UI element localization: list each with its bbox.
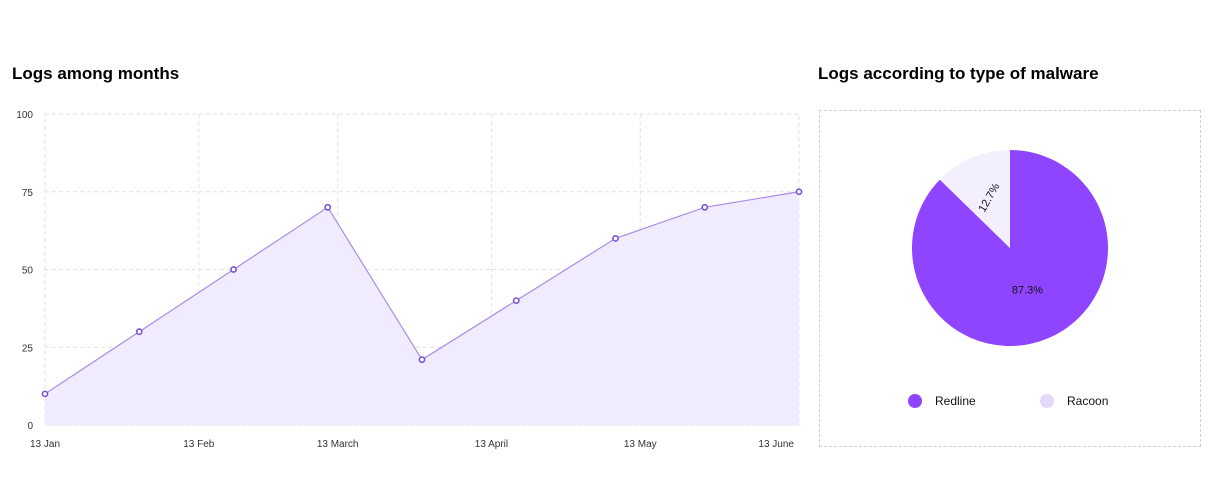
legend-label-redline: Redline <box>935 394 976 408</box>
legend-item-racoon[interactable]: Racoon <box>1040 394 1108 408</box>
legend-item-redline[interactable]: Redline <box>908 394 976 408</box>
y-tick-label: 0 <box>27 421 33 432</box>
x-tick-label: 13 March <box>317 439 359 450</box>
x-tick-label: 13 April <box>475 439 508 450</box>
pie-chart-title: Logs according to type of malware <box>818 64 1099 83</box>
pie-chart-panel: 87.3% 12.7% Redline Racoon <box>819 110 1201 447</box>
data-point <box>230 266 237 273</box>
pie-chart: 87.3%12.7% <box>912 150 1108 346</box>
area-chart-title: Logs among months <box>12 64 180 83</box>
legend-label-racoon: Racoon <box>1067 394 1109 408</box>
x-tick-label: 13 May <box>624 439 657 450</box>
data-point <box>324 203 332 211</box>
data-point <box>512 297 520 304</box>
y-tick-label: 50 <box>22 266 34 277</box>
area-fill <box>45 191 799 425</box>
data-point <box>418 356 426 364</box>
x-tick-label: 13 Feb <box>183 439 215 450</box>
data-point <box>795 188 803 196</box>
legend-swatch-redline <box>908 394 922 408</box>
data-point <box>41 390 49 398</box>
data-point <box>701 203 709 211</box>
area-chart: 0 25 50 75 100 13 Jan 13 Feb 13 March 13 April 13… <box>16 110 803 450</box>
data-point <box>612 234 619 242</box>
y-tick-label: 25 <box>22 343 34 354</box>
pie-label-redline: 87.3% <box>1012 284 1043 296</box>
x-tick-label: 13 June <box>758 439 794 450</box>
data-point <box>135 328 143 336</box>
y-tick-label: 75 <box>22 188 34 199</box>
x-tick-label: 13 Jan <box>30 439 60 450</box>
y-tick-label: 100 <box>16 110 33 121</box>
legend-swatch-racoon <box>1040 394 1054 408</box>
